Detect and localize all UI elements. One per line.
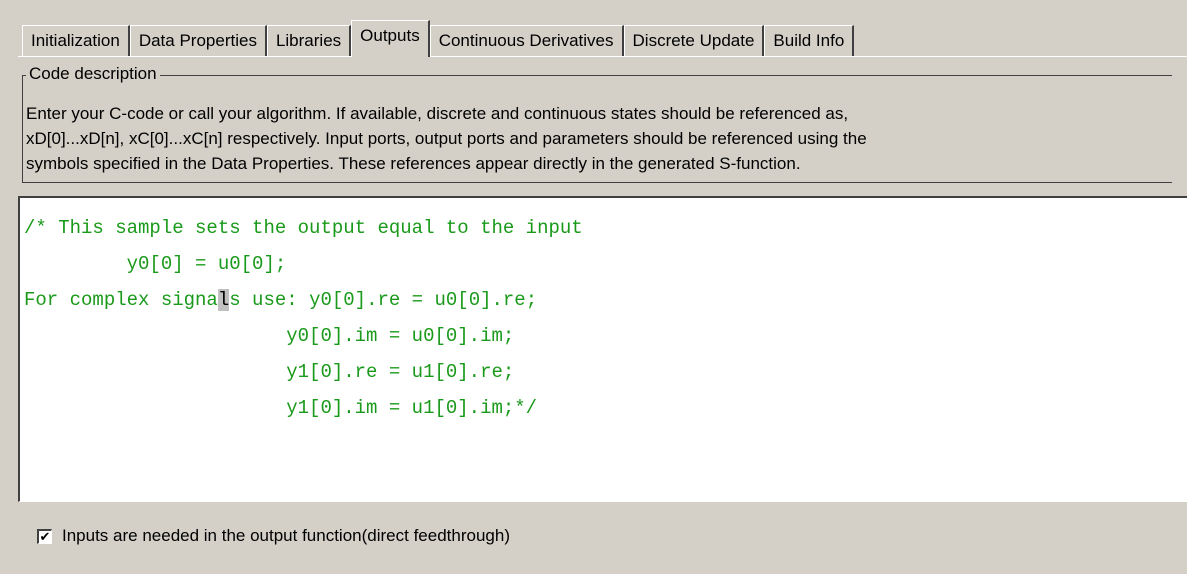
tab-build-info[interactable]: Build Info — [764, 25, 855, 56]
code-line: y0[0].im = u0[0].im; — [24, 325, 515, 347]
tab-libraries[interactable]: Libraries — [266, 25, 352, 56]
text-cursor: l — [217, 289, 230, 311]
direct-feedthrough-label[interactable]: Inputs are needed in the output function… — [62, 526, 510, 546]
description-line: xD[0]...xD[n], xC[0]...xC[n] respectivel… — [26, 129, 867, 148]
description-line: Enter your C-code or call your algorithm… — [26, 104, 849, 123]
code-line: y0[0] = u0[0]; — [24, 253, 287, 275]
tab-initialization[interactable]: Initialization — [22, 25, 130, 56]
code-editor[interactable]: /* This sample sets the output equal to … — [18, 196, 1187, 502]
tab-discrete-update[interactable]: Discrete Update — [623, 25, 765, 56]
code-description-legend: Code description — [26, 64, 160, 84]
checkmark-icon: ✔ — [39, 529, 51, 544]
tab-data-properties[interactable]: Data Properties — [129, 25, 267, 56]
tab-outputs[interactable]: Outputs — [351, 20, 430, 57]
code-description-text: Enter your C-code or call your algorithm… — [26, 101, 1176, 176]
code-line: For complex signals use: y0[0].re = u0[0… — [24, 289, 538, 311]
description-line: symbols specified in the Data Properties… — [26, 154, 801, 173]
tab-continuous-derivatives[interactable]: Continuous Derivatives — [429, 25, 624, 56]
code-line: /* This sample sets the output equal to … — [24, 217, 583, 239]
code-text[interactable]: /* This sample sets the output equal to … — [24, 210, 583, 426]
tab-bar: Initialization Data Properties Libraries… — [22, 18, 855, 57]
code-line: y1[0].im = u1[0].im;*/ — [24, 397, 538, 419]
direct-feedthrough-checkbox[interactable]: ✔ — [37, 528, 52, 544]
tab-divider — [18, 56, 1187, 57]
code-line: y1[0].re = u1[0].re; — [24, 361, 515, 383]
direct-feedthrough-row: ✔ Inputs are needed in the output functi… — [37, 526, 510, 546]
